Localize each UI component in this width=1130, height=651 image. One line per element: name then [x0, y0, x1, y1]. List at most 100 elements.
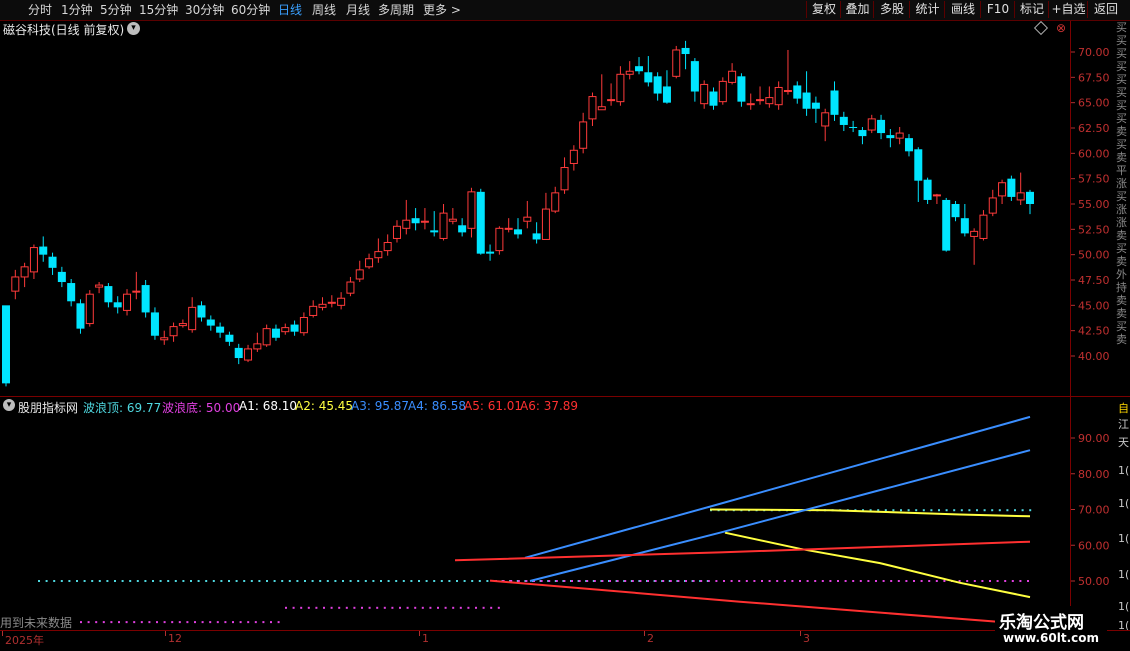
- indicator-value-5: A4: 86.58: [408, 399, 467, 413]
- candle-body: [793, 85, 802, 99]
- candle-body: [877, 119, 886, 134]
- magenta-dot: [459, 606, 462, 609]
- magenta-dot: [315, 606, 318, 609]
- candle-body: [560, 167, 569, 191]
- cyan-dot: [357, 580, 360, 582]
- candle-body: [672, 49, 681, 77]
- indicator-label: 70.00: [1078, 504, 1110, 517]
- cyan-dot: [968, 509, 971, 512]
- cyan-dot: [45, 580, 48, 582]
- candle-body: [48, 256, 57, 268]
- candle-body: [411, 218, 420, 224]
- candle-body: [132, 290, 141, 293]
- magenta-dot: [437, 606, 439, 609]
- cyan-dot: [418, 580, 420, 582]
- candle-body: [467, 191, 476, 229]
- magenta-dot: [1004, 580, 1007, 582]
- magenta-dot: [87, 621, 90, 624]
- magenta-dot: [338, 606, 341, 609]
- time-label: 2: [647, 632, 654, 645]
- candle-body: [1026, 191, 1034, 204]
- logo-main-text: 乐淘公式网: [999, 613, 1084, 633]
- time-tick: [165, 631, 166, 636]
- candle-body: [299, 316, 308, 334]
- time-tick: [644, 631, 645, 636]
- candle-body: [653, 76, 662, 94]
- magenta-dot: [669, 580, 672, 582]
- magenta-dot: [897, 580, 900, 582]
- cyan-dot: [106, 580, 109, 582]
- cyan-dot: [945, 509, 948, 512]
- cyan-dot: [121, 580, 124, 582]
- magenta-dot: [300, 606, 303, 609]
- candle-body: [355, 269, 364, 280]
- magenta-dot: [723, 580, 725, 582]
- chart-canvas[interactable]: 70.00 67.50 65.00 62.50 60.00 57.50 55.00 52.50…: [0, 0, 1130, 650]
- cyan-dot: [938, 509, 940, 512]
- indicator-label: 60.00: [1078, 539, 1110, 552]
- candle-body: [20, 266, 29, 278]
- magenta-dot: [254, 621, 257, 624]
- cyan-dot: [304, 580, 306, 582]
- candle-body: [392, 225, 401, 239]
- indicator-value-3: A2: 45.45: [295, 399, 354, 413]
- magenta-dot: [837, 580, 839, 582]
- magenta-dot: [806, 580, 809, 582]
- magenta-dot: [753, 580, 756, 582]
- chevron-down-icon[interactable]: ▾: [3, 399, 15, 411]
- candle-body: [904, 138, 913, 152]
- price-label: 50.00: [1078, 249, 1110, 262]
- future-data-note: 用到未来数据: [0, 616, 73, 630]
- cyan-dot: [410, 580, 413, 582]
- candle-body: [486, 251, 495, 254]
- magenta-dot: [186, 621, 189, 624]
- magenta-dot: [768, 580, 771, 582]
- magenta-dot: [95, 621, 98, 624]
- cyan-dot: [922, 509, 925, 512]
- cyan-dot: [960, 509, 963, 512]
- candle-body: [662, 86, 671, 103]
- magenta-dot: [1027, 580, 1029, 582]
- magenta-dot: [497, 606, 500, 609]
- candle-body: [206, 319, 215, 326]
- cyan-dot: [83, 580, 86, 582]
- magenta-dot: [330, 606, 333, 609]
- cyan-dot: [433, 580, 436, 582]
- candle-body: [783, 90, 792, 93]
- magenta-dot: [882, 580, 885, 582]
- magenta-dot: [829, 580, 832, 582]
- candle-body: [700, 83, 709, 105]
- candle-body: [29, 247, 38, 273]
- magenta-dot: [399, 606, 401, 609]
- magenta-dot: [232, 621, 234, 624]
- candle-body: [728, 70, 737, 83]
- price-label: 57.50: [1078, 173, 1110, 186]
- magenta-dot: [345, 606, 348, 609]
- indicator-line-blue_a3: [524, 415, 1031, 559]
- candle-body: [104, 286, 113, 303]
- candle-body: [849, 126, 858, 128]
- magenta-dot: [586, 580, 589, 582]
- price-label: 47.50: [1078, 274, 1110, 287]
- candle-body: [225, 334, 234, 342]
- indicator-label: 80.00: [1078, 468, 1110, 481]
- cyan-dot: [372, 580, 375, 582]
- price-label: 52.50: [1078, 223, 1110, 236]
- magenta-dot: [563, 580, 566, 582]
- cyan-dot: [250, 580, 253, 582]
- cyan-dot: [129, 580, 132, 582]
- magenta-dot: [715, 580, 718, 582]
- cyan-dot: [463, 580, 466, 582]
- cyan-dot: [288, 580, 291, 582]
- magenta-dot: [943, 580, 946, 582]
- magenta-dot: [654, 580, 657, 582]
- candle-body: [327, 301, 336, 304]
- candle-body: [970, 230, 979, 237]
- magenta-dot: [490, 606, 493, 609]
- cyan-dot: [380, 580, 382, 582]
- candle-body: [141, 285, 150, 313]
- cyan-dot: [281, 580, 284, 582]
- cyan-dot: [159, 580, 162, 582]
- magenta-dot: [361, 606, 363, 609]
- magenta-dot: [989, 580, 991, 582]
